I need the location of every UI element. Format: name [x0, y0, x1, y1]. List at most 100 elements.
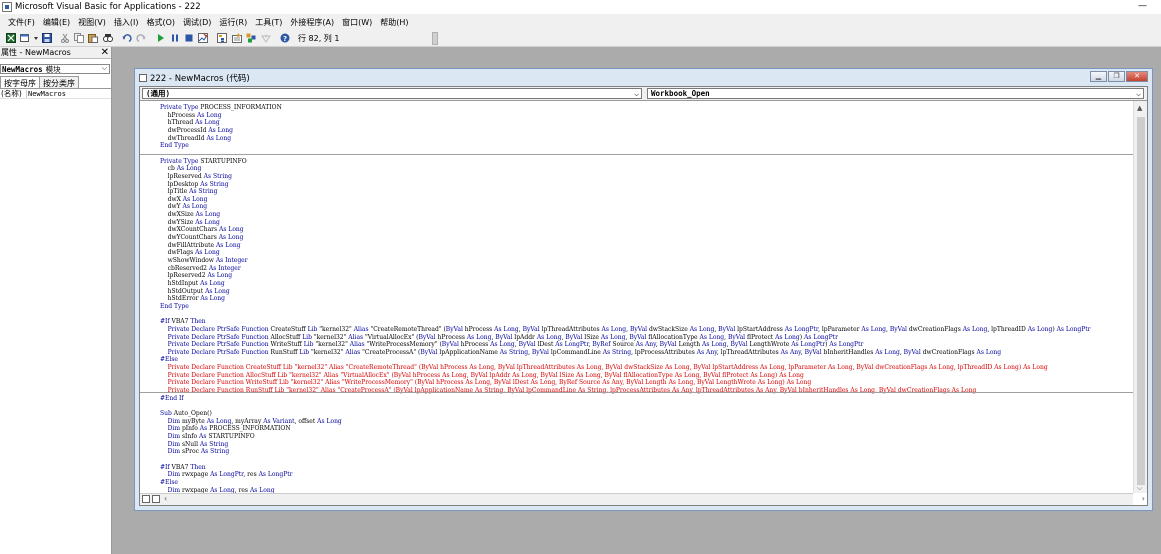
code-line[interactable]: lpReserved As String [160, 173, 232, 180]
code-line[interactable]: cb As Long [160, 165, 202, 172]
code-line[interactable]: #If VBA7 Then [160, 318, 206, 325]
code-line[interactable]: hStdInput As Long [160, 280, 225, 287]
menu-addins[interactable]: 外接程序(A) [290, 17, 334, 28]
procedure-view-icon[interactable] [142, 495, 150, 503]
close-window-icon[interactable]: ✕ [1126, 71, 1148, 82]
vertical-scrollbar[interactable]: ▲ ⌵ [1133, 101, 1147, 493]
menu-file[interactable]: 文件(F) [8, 17, 35, 28]
object-combo[interactable]: (通用) ⌵ [142, 88, 642, 99]
menu-tools[interactable]: 工具(T) [255, 17, 282, 28]
menu-insert[interactable]: 插入(I) [114, 17, 139, 28]
code-line[interactable]: Dim pInfo As PROCESS_INFORMATION [160, 425, 291, 432]
code-line[interactable]: Sub Auto_Open() [160, 410, 212, 417]
menu-window[interactable]: 窗口(W) [342, 17, 372, 28]
code-line[interactable]: Private Declare Function AllocStuff Lib … [160, 372, 804, 379]
cut-icon[interactable] [60, 33, 70, 43]
code-line[interactable]: #If VBA7 Then [160, 464, 206, 471]
save-icon[interactable] [42, 33, 52, 43]
code-line[interactable]: End Type [160, 142, 189, 149]
menu-debug[interactable]: 调试(D) [183, 17, 211, 28]
code-line[interactable]: End Type [160, 303, 189, 310]
run-icon[interactable] [156, 33, 166, 43]
chevron-down-icon[interactable]: ⌵ [634, 89, 639, 99]
code-line[interactable]: lpDesktop As String [160, 181, 229, 188]
menu-view[interactable]: 视图(V) [78, 17, 106, 28]
code-line[interactable]: Private Declare Function CreateStuff Lib… [160, 364, 1048, 371]
undo-icon[interactable] [122, 33, 132, 43]
properties-window-icon[interactable] [232, 33, 242, 43]
code-line[interactable]: dwYSize As Long [160, 219, 220, 226]
code-line[interactable]: hStdError As Long [160, 295, 225, 302]
object-selector[interactable]: NewMacros 模块 ⌵ [0, 64, 110, 74]
procedure-combo[interactable]: Workbook_Open ⌵ [647, 88, 1144, 99]
code-line[interactable]: dwYCountChars As Long [160, 234, 244, 241]
code-line[interactable]: Private Type PROCESS_INFORMATION [160, 104, 282, 111]
minimize-icon[interactable]: ▁ [1090, 71, 1107, 82]
code-line[interactable]: Private Declare Function WriteStuff Lib … [160, 379, 812, 386]
scroll-up-icon[interactable]: ▲ [1137, 104, 1142, 112]
dropdown-arrow-icon[interactable] [33, 33, 39, 43]
horizontal-scrollbar[interactable]: ‹ › [140, 493, 1145, 505]
code-line[interactable]: dwY As Long [160, 203, 207, 210]
minimize-button[interactable]: — [1138, 1, 1147, 11]
tab-categorized[interactable]: 按分类序 [40, 76, 79, 88]
restore-icon[interactable]: ❐ [1108, 71, 1125, 82]
design-mode-icon[interactable] [198, 33, 208, 43]
find-icon[interactable] [103, 33, 113, 43]
code-line[interactable]: Private Declare Function RunStuff Lib "k… [160, 387, 977, 394]
scroll-down-icon[interactable]: ⌵ [1137, 484, 1142, 493]
code-line[interactable]: cbReserved2 As Integer [160, 265, 241, 272]
help-icon[interactable]: ? [280, 33, 290, 43]
project-explorer-icon[interactable] [217, 33, 227, 43]
toolbox-icon[interactable] [261, 33, 271, 43]
code-line[interactable]: Private Declare PtrSafe Function WriteSt… [160, 341, 864, 348]
code-line[interactable]: Private Declare PtrSafe Function RunStuf… [160, 349, 1002, 356]
code-editor[interactable]: Private Type PROCESS_INFORMATION hProces… [140, 101, 1133, 493]
chevron-down-icon[interactable]: ⌵ [1136, 89, 1141, 99]
toolbar-grip[interactable] [432, 32, 438, 45]
code-line[interactable]: Dim sInfo As STARTUPINFO [160, 433, 255, 440]
code-line[interactable]: Dim rwxpage As LongPtr, res As LongPtr [160, 471, 293, 478]
code-line[interactable]: dwFlags As Long [160, 249, 220, 256]
code-line[interactable]: Private Type STARTUPINFO [160, 158, 247, 165]
code-line[interactable]: lpTitle As String [160, 188, 218, 195]
code-line[interactable]: Dim myByte As Long, myArray As Variant, … [160, 418, 342, 425]
code-line[interactable]: dwXSize As Long [160, 211, 221, 218]
code-line[interactable]: dwProcessId As Long [160, 127, 233, 134]
redo-icon[interactable] [136, 33, 146, 43]
code-line[interactable]: dwX As Long [160, 196, 208, 203]
insert-module-icon[interactable] [20, 33, 30, 43]
code-line[interactable]: hProcess As Long [160, 112, 222, 119]
menu-help[interactable]: 帮助(H) [380, 17, 408, 28]
paste-icon[interactable] [88, 33, 98, 43]
property-value[interactable]: NewMacros [26, 89, 66, 98]
reset-icon[interactable] [184, 33, 194, 43]
code-line[interactable]: Dim sProc As String [160, 448, 230, 455]
scroll-right-icon[interactable]: › [1142, 494, 1145, 503]
excel-view-icon[interactable] [6, 33, 16, 43]
chevron-down-icon[interactable]: ⌵ [102, 64, 107, 73]
object-browser-icon[interactable] [246, 33, 256, 43]
code-line[interactable]: dwXCountChars As Long [160, 226, 244, 233]
close-icon[interactable]: ✕ [101, 47, 109, 58]
code-line[interactable]: hStdOutput As Long [160, 288, 230, 295]
code-line[interactable]: Dim sNull As String [160, 441, 229, 448]
code-line[interactable]: Private Declare PtrSafe Function AllocSt… [160, 334, 838, 341]
code-line[interactable]: hThread As Long [160, 119, 220, 126]
menu-run[interactable]: 运行(R) [219, 17, 247, 28]
code-line[interactable]: Private Declare PtrSafe Function CreateS… [160, 326, 1091, 333]
code-line[interactable]: #Else [160, 356, 178, 363]
code-line[interactable]: dwFillAttribute As Long [160, 242, 241, 249]
full-module-view-icon[interactable] [152, 495, 160, 503]
tab-alphabetic[interactable]: 按字母序 [0, 76, 40, 88]
code-line[interactable]: dwThreadId As Long [160, 135, 231, 142]
code-line[interactable]: lpReserved2 As Long [160, 272, 232, 279]
break-icon[interactable] [170, 33, 180, 43]
code-line[interactable]: wShowWindow As Integer [160, 257, 248, 264]
code-line[interactable]: #Else [160, 479, 178, 486]
menu-format[interactable]: 格式(O) [146, 17, 175, 28]
scroll-left-icon[interactable]: ‹ [164, 494, 167, 503]
code-line[interactable]: #End If [160, 395, 184, 402]
scroll-thumb[interactable] [1137, 117, 1145, 485]
menu-edit[interactable]: 编辑(E) [43, 17, 70, 28]
